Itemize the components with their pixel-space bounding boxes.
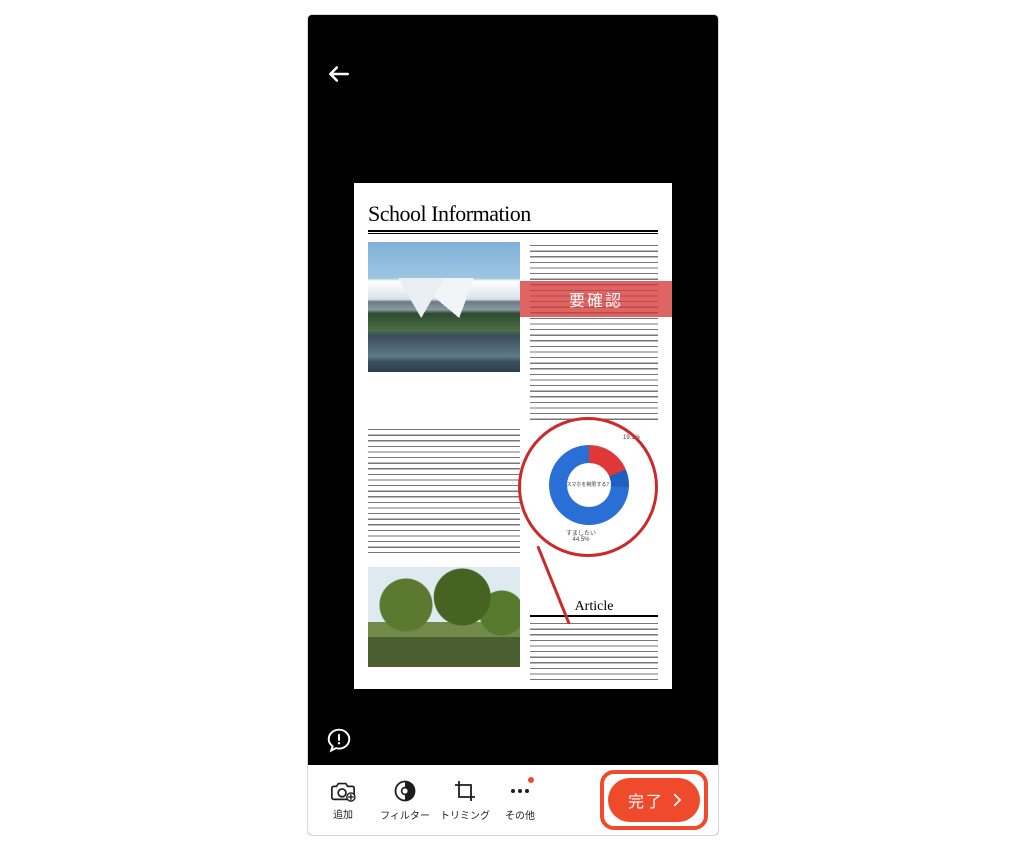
article-heading: Article — [530, 599, 658, 617]
filter-icon — [393, 779, 417, 803]
phone-frame: School Information 19.1% スマホを制限する？ すましたい… — [308, 15, 718, 835]
title-divider-thin — [368, 233, 658, 234]
filter-label: フィルター — [380, 807, 430, 822]
feedback-button[interactable] — [326, 727, 352, 753]
scanned-document-preview[interactable]: School Information 19.1% スマホを制限する？ すましたい… — [354, 183, 672, 689]
trees-photo — [368, 567, 520, 667]
done-button[interactable]: 完了 — [608, 778, 700, 822]
back-button[interactable] — [326, 61, 352, 87]
document-content: School Information 19.1% スマホを制限する？ すましたい… — [354, 183, 672, 689]
article-section: Article — [530, 599, 658, 675]
filter-button[interactable]: フィルター — [374, 765, 436, 835]
bottom-toolbar: 追加 フィルター トリミング その他 — [308, 765, 718, 835]
body-text-column-right — [530, 245, 658, 423]
more-label: その他 — [505, 807, 535, 822]
more-button[interactable]: その他 — [494, 765, 546, 835]
chevron-right-icon — [668, 791, 686, 809]
camera-add-icon — [330, 780, 356, 802]
crop-button[interactable]: トリミング — [436, 765, 494, 835]
document-title: School Information — [368, 201, 658, 227]
body-text-column-left — [368, 429, 520, 553]
donut-center-label: スマホを制限する？ — [532, 481, 646, 488]
annotation-banner[interactable]: 要確認 — [520, 281, 672, 317]
crop-icon — [453, 779, 477, 803]
done-label: 完了 — [628, 788, 664, 812]
done-button-highlight: 完了 — [600, 770, 708, 830]
annotation-banner-text: 要確認 — [569, 287, 623, 311]
add-label: 追加 — [333, 806, 353, 821]
title-divider — [368, 230, 658, 232]
arrow-left-icon — [326, 61, 352, 87]
speech-bubble-alert-icon — [326, 727, 352, 753]
add-button[interactable]: 追加 — [312, 765, 374, 835]
notification-dot-icon — [528, 777, 534, 783]
crop-label: トリミング — [440, 807, 490, 822]
mountain-photo — [368, 242, 520, 372]
